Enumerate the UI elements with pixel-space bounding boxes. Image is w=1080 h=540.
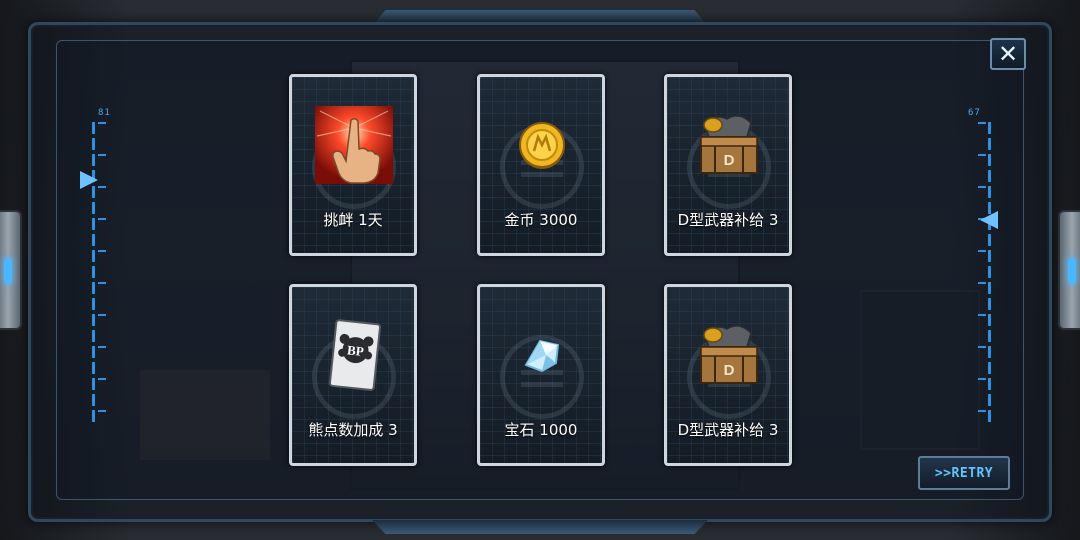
reward-label: 挑衅 1天 xyxy=(323,211,383,229)
reward-card-weapon-supply[interactable]: D D型武器补给 3 xyxy=(664,284,792,466)
retry-button[interactable]: >>RETRY xyxy=(918,456,1010,490)
left-gauge-label: 81 xyxy=(98,108,111,118)
weapon-supply-crate-icon: D xyxy=(689,105,769,185)
reward-label: 熊点数加成 3 xyxy=(308,421,398,439)
svg-text:D: D xyxy=(724,362,735,379)
svg-text:BP: BP xyxy=(346,342,364,359)
frame-bottom-tab xyxy=(372,520,708,534)
right-gauge-bar xyxy=(988,122,991,422)
left-latch xyxy=(0,210,22,330)
retry-button-label: >>RETRY xyxy=(934,465,994,481)
reward-card-taunt[interactable]: 挑衅 1天 xyxy=(289,74,417,256)
reward-label: 宝石 1000 xyxy=(504,421,578,439)
gem-crystal-icon xyxy=(502,315,582,395)
reward-card-gold[interactable]: 金币 3000 xyxy=(477,74,605,256)
right-latch xyxy=(1058,210,1080,330)
weapon-supply-crate-icon: D xyxy=(689,315,769,395)
close-button[interactable]: ✕ xyxy=(990,38,1026,70)
close-icon: ✕ xyxy=(997,40,1019,68)
right-gauge-marker-icon xyxy=(980,211,998,229)
left-gauge-ticks xyxy=(98,122,106,422)
svg-text:D: D xyxy=(724,152,735,169)
reward-label: 金币 3000 xyxy=(504,211,578,229)
left-gauge-bar xyxy=(92,122,95,422)
gold-coin-icon xyxy=(502,105,582,185)
left-gauge: 81 xyxy=(80,108,110,428)
reward-label: D型武器补给 3 xyxy=(677,421,779,439)
right-gauge: 67 xyxy=(968,108,998,428)
left-gauge-marker-icon xyxy=(80,171,98,189)
right-gauge-label: 67 xyxy=(968,108,981,118)
left-latch-light xyxy=(4,258,12,284)
reward-card-gem[interactable]: 宝石 1000 xyxy=(477,284,605,466)
bp-card-icon: BP xyxy=(314,315,394,395)
right-gauge-ticks xyxy=(978,122,986,422)
right-latch-light xyxy=(1068,258,1076,284)
taunt-finger-icon xyxy=(314,105,394,185)
reward-label: D型武器补给 3 xyxy=(677,211,779,229)
reward-card-bp-bonus[interactable]: BP 熊点数加成 3 xyxy=(289,284,417,466)
reward-card-weapon-supply[interactable]: D D型武器补给 3 xyxy=(664,74,792,256)
